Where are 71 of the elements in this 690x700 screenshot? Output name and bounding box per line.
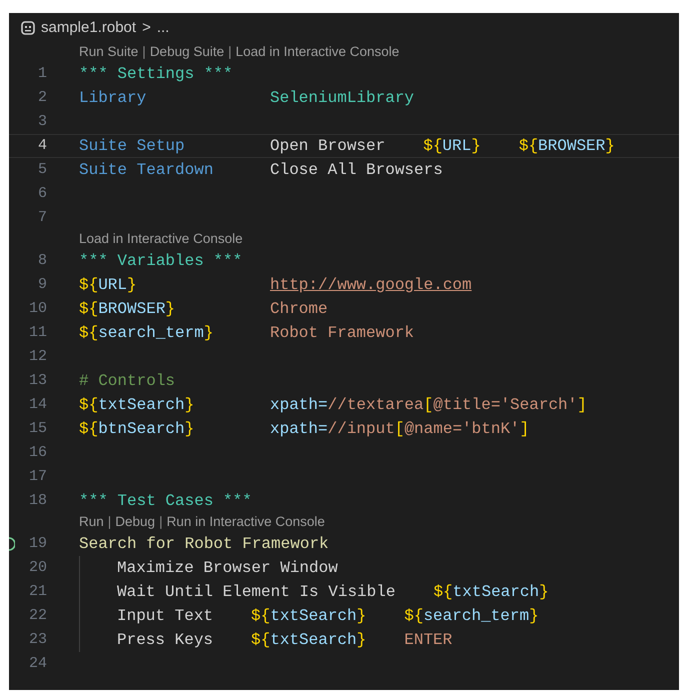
robot-file-icon bbox=[21, 21, 35, 35]
code-text: xpath=//textarea[@title='Search'] bbox=[270, 396, 587, 414]
code-text: Close All Browsers bbox=[270, 161, 443, 179]
line-number: 12 bbox=[28, 346, 47, 367]
line-number: 24 bbox=[28, 654, 47, 674]
line-number: 22 bbox=[28, 606, 47, 626]
code-text: ${btnSearch} bbox=[79, 420, 194, 438]
code-text: Suite Teardown bbox=[79, 161, 214, 179]
line-number: 2 bbox=[38, 88, 47, 108]
codelens-separator: | bbox=[142, 43, 146, 62]
codelens-link[interactable]: Run bbox=[79, 512, 104, 533]
code-text: *** Variables *** bbox=[79, 252, 242, 270]
code-text: Open Browser bbox=[270, 137, 386, 155]
code-text: *** Settings *** bbox=[79, 65, 233, 83]
codelens-separator: | bbox=[108, 513, 112, 532]
line-number: 20 bbox=[28, 558, 47, 578]
codelens-link[interactable]: Debug Suite bbox=[150, 42, 224, 63]
code-text: ${URL} bbox=[79, 276, 137, 294]
code-text: Wait Until Element Is Visible bbox=[117, 583, 396, 601]
code-text: SeleniumLibrary bbox=[270, 89, 414, 107]
line-number: 10 bbox=[28, 298, 47, 319]
code-text: Press Keys bbox=[117, 631, 214, 649]
codelens-link[interactable]: Debug bbox=[115, 512, 156, 533]
line-number: 19 bbox=[28, 534, 47, 554]
code-text: Suite Setup bbox=[79, 137, 185, 155]
line-number: 13 bbox=[28, 370, 47, 391]
codelens-link[interactable]: Run Suite bbox=[79, 42, 138, 63]
codelens-separator: | bbox=[159, 513, 163, 532]
codelens-link[interactable]: Load in Interactive Console bbox=[236, 42, 400, 63]
line-number: 1 bbox=[38, 64, 47, 84]
code-text: ${URL} bbox=[423, 137, 481, 155]
line-number: 6 bbox=[38, 184, 47, 204]
breadcrumb-item[interactable]: sample1.robot bbox=[41, 16, 136, 40]
line-number: 3 bbox=[38, 112, 47, 132]
breadcrumb-item[interactable]: ... bbox=[156, 16, 170, 40]
code-text: Input Text bbox=[117, 607, 214, 625]
codelens-link[interactable]: Load in Interactive Console bbox=[79, 229, 243, 250]
code-text: *** Test Cases *** bbox=[79, 492, 252, 510]
line-number: 16 bbox=[28, 442, 47, 463]
line-number: 14 bbox=[28, 394, 47, 415]
line-number: 4 bbox=[38, 136, 47, 156]
code-text: xpath=//input[@name='btnK'] bbox=[270, 420, 530, 438]
code-text: ${txtSearch} bbox=[251, 607, 366, 625]
line-number: 8 bbox=[38, 250, 47, 271]
code-text: ${BROWSER} bbox=[79, 300, 176, 318]
code-text: ${search_term} bbox=[79, 324, 214, 342]
code-text: Maximize Browser Window bbox=[117, 559, 338, 577]
code-text: Robot Framework bbox=[270, 324, 414, 342]
line-number: 5 bbox=[38, 160, 47, 180]
line-number: 21 bbox=[28, 582, 47, 602]
code-text: ${search_term} bbox=[404, 607, 539, 625]
code-text: # Controls bbox=[79, 372, 176, 390]
code-text: ${txtSearch} bbox=[79, 396, 194, 414]
code-text: http://www.google.com bbox=[270, 276, 472, 294]
line-number: 15 bbox=[28, 418, 47, 439]
breadcrumb-separator: > bbox=[142, 18, 151, 38]
code-text: ${BROWSER} bbox=[518, 137, 615, 155]
line-number: 17 bbox=[28, 466, 47, 487]
line-number: 9 bbox=[38, 274, 47, 295]
code-text: ${txtSearch} bbox=[433, 583, 549, 601]
line-number: 7 bbox=[38, 208, 47, 228]
code-text: Search for Robot Framework bbox=[79, 535, 329, 553]
line-number: 11 bbox=[28, 322, 47, 343]
code-text: ${txtSearch} bbox=[251, 631, 366, 649]
code-text: Library bbox=[79, 89, 146, 107]
line-number: 23 bbox=[28, 630, 47, 650]
code-text: Chrome bbox=[270, 300, 328, 318]
codelens-separator: | bbox=[228, 43, 232, 62]
line-number: 18 bbox=[28, 490, 47, 511]
code-text: ENTER bbox=[404, 631, 452, 649]
codelens-link[interactable]: Run in Interactive Console bbox=[166, 512, 325, 533]
